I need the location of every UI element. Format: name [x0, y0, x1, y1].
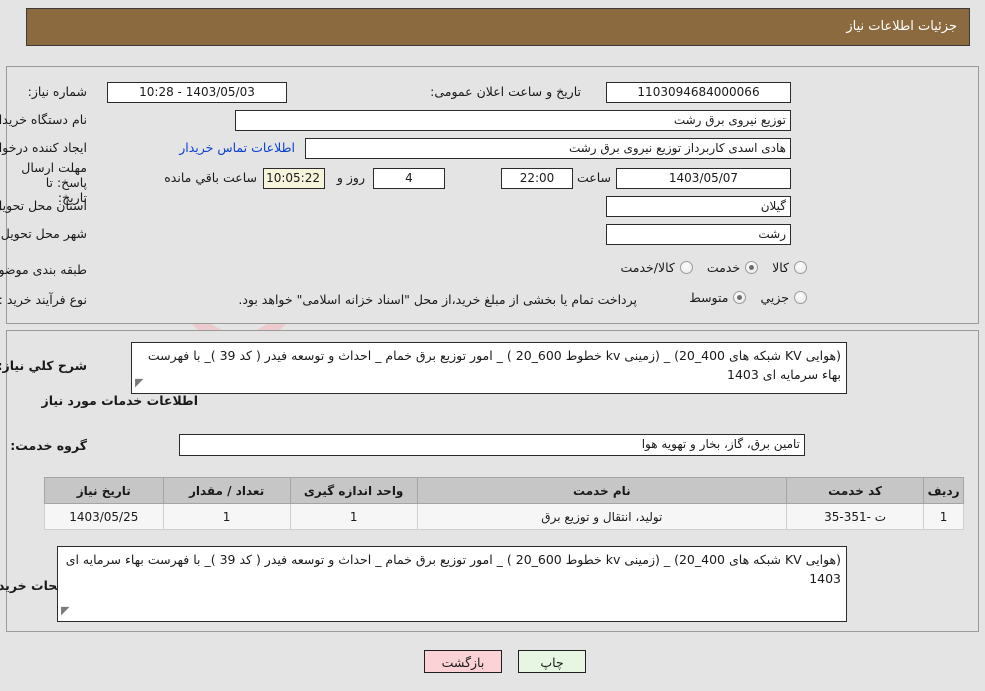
- city-field[interactable]: رشت: [606, 224, 791, 245]
- province-label: استان محل تحویل:: [0, 198, 87, 213]
- buyer-notes-text: (هوایی KV شبکه های 400_20) _ (زمینی kv خ…: [65, 552, 841, 586]
- buyer-org-field[interactable]: توزیع نیروی برق رشت: [235, 110, 791, 131]
- description-text: (هوایی KV شبکه های 400_20) _ (زمینی kv خ…: [147, 348, 841, 382]
- resize-grip-icon[interactable]: ◥: [61, 601, 69, 620]
- category-option-kala[interactable]: کالا: [758, 260, 807, 275]
- deadline-date-field[interactable]: 1403/05/07: [616, 168, 791, 189]
- service-group-label: گروه خدمت:: [10, 438, 87, 453]
- process-option-jozi[interactable]: جزیي: [746, 290, 807, 305]
- process-radio-group: جزیي متوسط: [675, 290, 807, 305]
- buyer-notes-textarea[interactable]: (هوایی KV شبکه های 400_20) _ (زمینی kv خ…: [57, 546, 847, 622]
- hour-field[interactable]: 22:00: [501, 168, 573, 189]
- category-label: طبقه بندی موضوعی:: [0, 262, 87, 277]
- services-section-heading: اطلاعات خدمات مورد نیاز: [41, 393, 199, 408]
- hour-label: ساعت: [576, 170, 611, 185]
- days-label: روز و: [336, 170, 365, 185]
- cell-row-no: 1: [923, 503, 964, 530]
- process-option-label: متوسط: [689, 290, 729, 305]
- window-titlebar: جزئیات اطلاعات نیاز: [26, 8, 970, 46]
- cell-unit: 1: [289, 503, 418, 530]
- category-option-khedmat[interactable]: خدمت: [693, 260, 759, 275]
- category-option-label: خدمت: [706, 260, 741, 275]
- cell-need-date: 1403/05/25: [44, 503, 164, 530]
- page-root: ArtaTender.net جزئیات اطلاعات نیاز شماره…: [0, 0, 985, 691]
- city-label: شهر محل تحویل:: [0, 226, 87, 241]
- announce-date-field[interactable]: 1403/05/03 - 10:28: [107, 82, 287, 103]
- print-button[interactable]: چاپ: [518, 650, 586, 673]
- cell-service-name: تولید، انتقال و توزیع برق: [416, 503, 788, 530]
- page-title: جزئیات اطلاعات نیاز: [846, 19, 957, 34]
- col-service-code: کد خدمت: [785, 477, 925, 504]
- category-radio-group: کالا خدمت کالا/خدمت: [606, 260, 807, 275]
- radio-icon[interactable]: [679, 261, 693, 274]
- need-number-label: شماره نیاز:: [27, 84, 87, 99]
- radio-icon[interactable]: [733, 291, 747, 304]
- days-remaining-field[interactable]: 4: [373, 168, 445, 189]
- radio-icon[interactable]: [794, 291, 807, 304]
- countdown-field: 10:05:22: [263, 168, 325, 189]
- province-field[interactable]: گیلان: [606, 196, 791, 217]
- services-table: ردیف کد خدمت نام خدمت واحد اندازه گیری ت…: [44, 477, 964, 530]
- top-info-panel: [6, 66, 979, 324]
- announce-date-label: تاریخ و ساعت اعلان عمومی:: [430, 84, 581, 99]
- category-option-label: کالا: [772, 260, 789, 275]
- radio-icon[interactable]: [745, 261, 759, 274]
- category-option-label: کالا/خدمت: [620, 260, 675, 275]
- col-need-date: تاریخ نیاز: [44, 477, 164, 504]
- creator-label: ایجاد کننده درخواست:: [0, 140, 87, 155]
- process-option-label: جزیي: [760, 290, 789, 305]
- creator-field[interactable]: هادی اسدی کاربرداز توزیع نیروی برق رشت: [305, 138, 791, 159]
- need-number-field[interactable]: 1103094684000066: [606, 82, 791, 103]
- col-row-no: ردیف: [923, 477, 964, 504]
- resize-grip-icon[interactable]: ◥: [135, 373, 143, 392]
- process-type-label: نوع فرآیند خرید :: [0, 292, 87, 307]
- description-label: شرح کلي نیاز:: [0, 358, 87, 373]
- cell-service-code: ت -351-35: [785, 503, 925, 530]
- table-row[interactable]: 1 ت -351-35 تولید، انتقال و توزیع برق 1 …: [44, 503, 964, 530]
- cell-quantity: 1: [162, 503, 291, 530]
- col-unit: واحد اندازه گیری: [289, 477, 418, 504]
- description-textarea[interactable]: (هوایی KV شبکه های 400_20) _ (زمینی kv خ…: [131, 342, 847, 394]
- col-service-name: نام خدمت: [416, 477, 788, 504]
- buyer-contact-link[interactable]: اطلاعات تماس خریدار: [179, 140, 295, 155]
- radio-icon[interactable]: [794, 261, 807, 274]
- remaining-hours-label: ساعت باقي مانده: [164, 170, 257, 185]
- col-quantity: تعداد / مقدار: [162, 477, 291, 504]
- service-group-field[interactable]: تامین برق، گاز، بخار و تهویه هوا: [179, 434, 805, 456]
- table-header-row: ردیف کد خدمت نام خدمت واحد اندازه گیری ت…: [44, 477, 964, 504]
- category-option-kala-khedmat[interactable]: کالا/خدمت: [606, 260, 693, 275]
- payment-note: پرداخت تمام یا بخشی از مبلغ خرید،از محل …: [238, 292, 637, 307]
- buyer-org-label: نام دستگاه خریدار:: [0, 112, 87, 127]
- process-option-motavaset[interactable]: متوسط: [675, 290, 747, 305]
- back-button[interactable]: بازگشت: [424, 650, 502, 673]
